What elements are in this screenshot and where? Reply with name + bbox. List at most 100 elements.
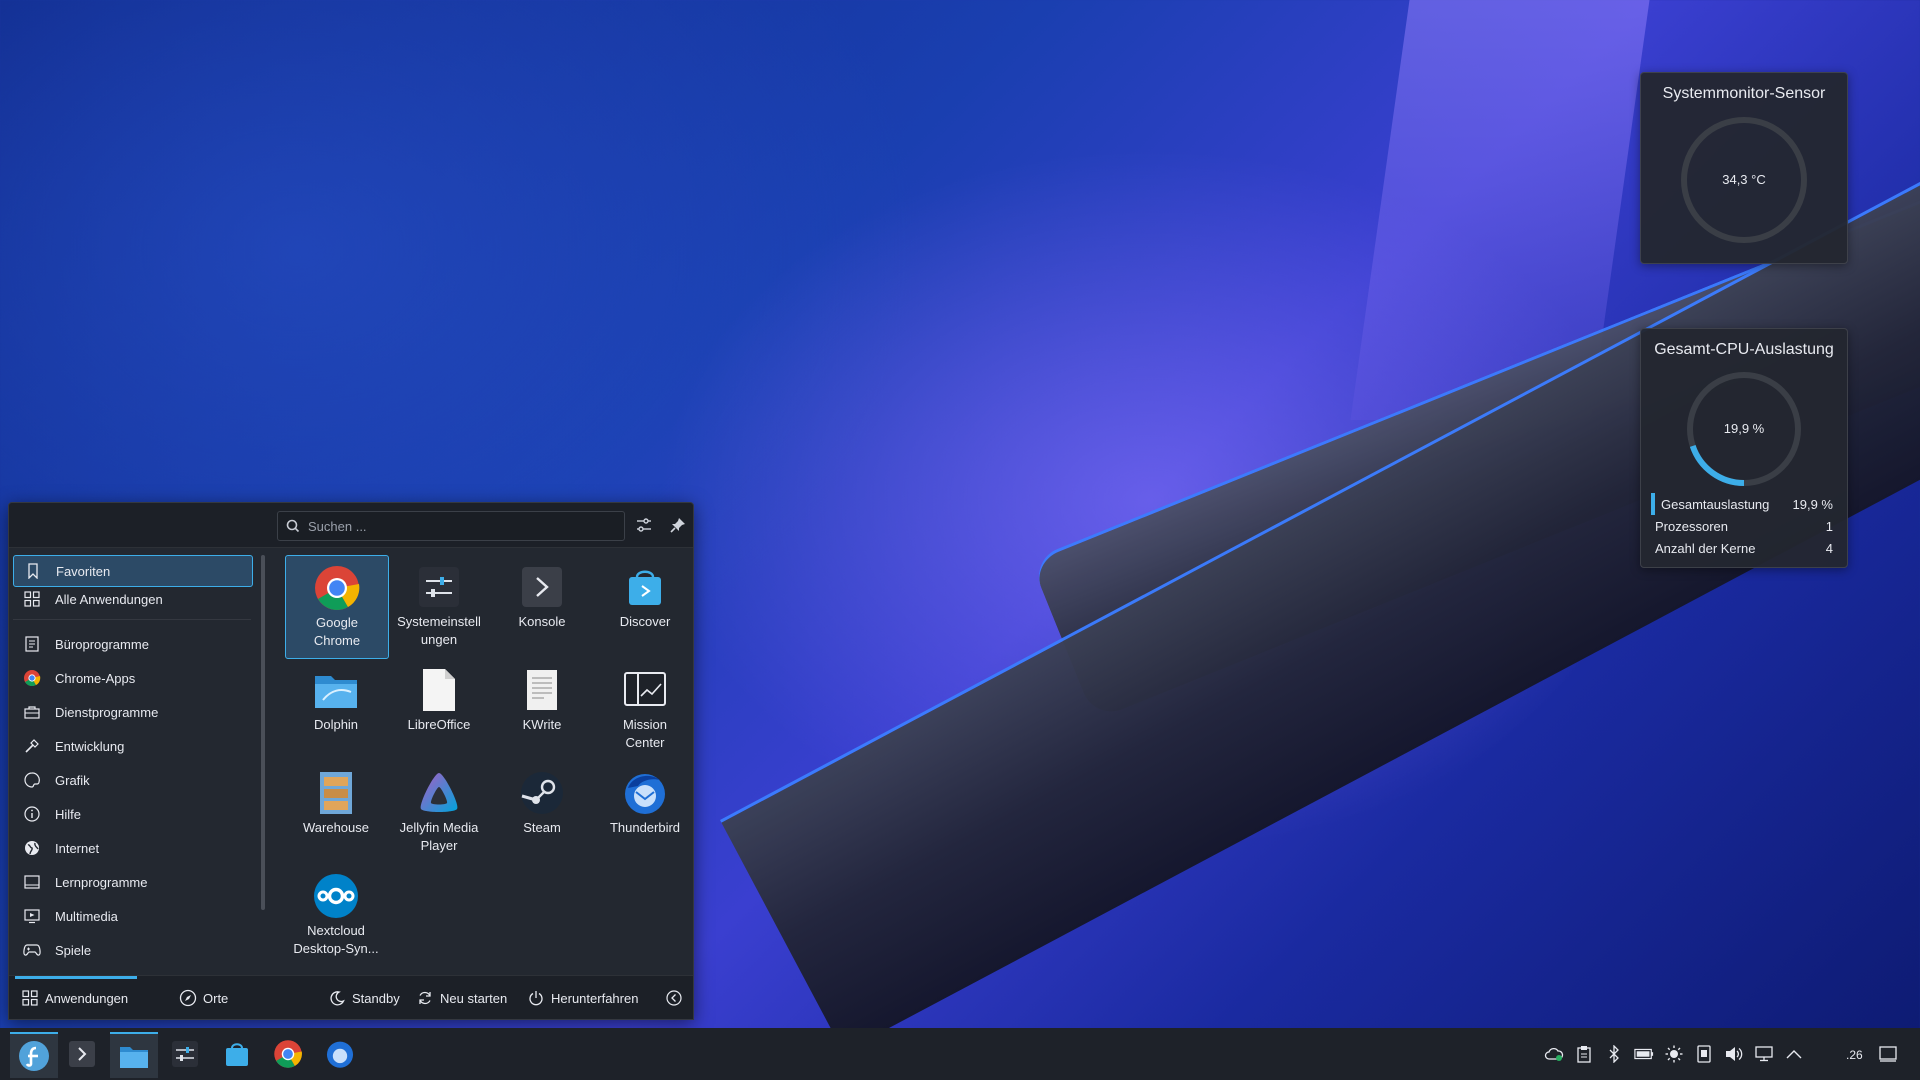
sidebar-item-entwicklung[interactable]: Entwicklung xyxy=(13,731,251,761)
application-launcher-button[interactable] xyxy=(10,1032,58,1078)
sidebar-item-bueroprogramme[interactable]: Büroprogramme xyxy=(13,629,251,659)
sidebar-item-label: Favoriten xyxy=(56,563,111,579)
sidebar-item-label: Entwicklung xyxy=(55,738,125,754)
more-actions-button[interactable] xyxy=(665,988,689,1008)
app-konsole[interactable]: Konsole xyxy=(491,555,593,657)
sidebar-item-label: Dienstprogramme xyxy=(55,704,159,720)
search-icon xyxy=(286,519,300,533)
device-icon[interactable] xyxy=(1694,1044,1714,1064)
sidebar-item-hilfe[interactable]: Hilfe xyxy=(13,799,251,829)
taskbar-chrome[interactable] xyxy=(264,1032,312,1076)
clipboard-icon[interactable] xyxy=(1574,1044,1594,1064)
thunderbird-icon xyxy=(621,769,669,817)
terminal-icon xyxy=(518,563,566,611)
taskbar-systemeinstellungen[interactable] xyxy=(161,1032,209,1076)
moon-icon xyxy=(328,989,346,1007)
sidebar-item-spiele[interactable]: Spiele xyxy=(13,935,251,965)
app-nextcloud[interactable]: Nextcloud Desktop-Syn... xyxy=(285,864,387,966)
shutdown-button[interactable]: Herunterfahren xyxy=(527,988,638,1008)
sidebar-item-chrome-apps[interactable]: Chrome-Apps xyxy=(13,663,251,693)
restart-button[interactable]: Neu starten xyxy=(416,988,507,1008)
cpu-row-label: Gesamtauslastung xyxy=(1661,496,1770,512)
app-thunderbird[interactable]: Thunderbird xyxy=(594,761,693,863)
sidebar-item-label: Hilfe xyxy=(55,806,82,822)
cpu-value: 19,9 % xyxy=(1723,421,1765,436)
battery-icon[interactable] xyxy=(1634,1044,1654,1064)
app-discover[interactable]: Discover xyxy=(594,555,693,657)
cpu-row-value: 4 xyxy=(1825,540,1833,556)
temperature-widget[interactable]: Systemmonitor-Sensor 34,3 °C xyxy=(1640,72,1848,264)
app-systemeinstellungen[interactable]: Systemeinstell ungen xyxy=(388,555,490,657)
folder-icon xyxy=(312,666,360,714)
chrome-icon xyxy=(23,669,41,687)
toolbox-icon xyxy=(23,703,41,721)
app-steam[interactable]: Steam xyxy=(491,761,593,863)
taskbar-dolphin[interactable] xyxy=(110,1032,158,1078)
globe-icon xyxy=(23,839,41,857)
taskbar-discover[interactable] xyxy=(213,1032,261,1076)
search-field[interactable] xyxy=(277,511,625,541)
cpu-stats: Gesamtauslastung 19,9 % Prozessoren 1 An… xyxy=(1651,493,1833,559)
app-label-line2: Chrome xyxy=(313,633,361,648)
search-input[interactable] xyxy=(306,517,610,535)
volume-icon[interactable] xyxy=(1724,1044,1744,1064)
configure-button[interactable] xyxy=(634,515,654,535)
tab-places[interactable]: Orte xyxy=(179,988,228,1008)
app-label-line2: Center xyxy=(625,735,665,750)
app-google-chrome[interactable]: Google Chrome xyxy=(285,555,389,659)
chevron-up-icon[interactable] xyxy=(1784,1044,1804,1064)
network-icon[interactable] xyxy=(1754,1044,1774,1064)
pin-button[interactable] xyxy=(668,515,688,535)
document-icon xyxy=(415,666,463,714)
standby-button[interactable]: Standby xyxy=(328,988,400,1008)
sidebar-item-grafik[interactable]: Grafik xyxy=(13,765,251,795)
category-sidebar: Favoriten Alle Anwendungen Büroprogramme… xyxy=(9,547,263,971)
tab-label: Orte xyxy=(203,990,229,1006)
sidebar-scrollbar[interactable] xyxy=(261,555,265,910)
sliders-icon xyxy=(637,518,651,532)
grid-icon xyxy=(23,590,41,608)
sidebar-item-multimedia[interactable]: Multimedia xyxy=(13,901,251,931)
pin-icon xyxy=(670,518,685,533)
app-label-line2: Player xyxy=(420,838,458,853)
app-mission-center[interactable]: Mission Center xyxy=(594,658,693,760)
app-label: Konsole xyxy=(518,614,566,629)
app-dolphin[interactable]: Dolphin xyxy=(285,658,387,760)
sidebar-item-alle-anwendungen[interactable]: Alle Anwendungen xyxy=(13,584,251,614)
cpu-widget[interactable]: Gesamt-CPU-Auslastung 19,9 % Gesamtausla… xyxy=(1640,328,1848,568)
sidebar-item-internet[interactable]: Internet xyxy=(13,833,251,863)
sidebar-item-label: Spiele xyxy=(55,942,92,958)
sidebar-item-lernprogramme[interactable]: Lernprogramme xyxy=(13,867,251,897)
monitor-play-icon xyxy=(23,907,41,925)
app-label: Steam xyxy=(523,820,561,835)
active-tab-indicator xyxy=(15,976,137,979)
bookmark-icon xyxy=(24,562,42,580)
app-label: Systemeinstell ungen xyxy=(389,613,489,649)
sidebar-item-favoriten[interactable]: Favoriten xyxy=(13,555,253,587)
app-libreoffice[interactable]: LibreOffice xyxy=(388,658,490,760)
taskbar-konsole[interactable] xyxy=(58,1032,106,1076)
brightness-icon[interactable] xyxy=(1664,1044,1684,1064)
digital-clock[interactable]: .26 xyxy=(1846,1048,1863,1062)
sidebar-item-label: Büroprogramme xyxy=(55,636,149,652)
taskbar-thunderbird[interactable] xyxy=(316,1032,364,1076)
cpu-row-label: Prozessoren xyxy=(1655,518,1728,534)
palette-icon xyxy=(23,771,41,789)
show-desktop-icon[interactable] xyxy=(1878,1044,1898,1064)
settings-icon xyxy=(415,563,463,611)
app-kwrite[interactable]: KWrite xyxy=(491,658,593,760)
app-jellyfin-media-player[interactable]: Jellyfin Media Player xyxy=(388,761,490,863)
sidebar-item-dienstprogramme[interactable]: Dienstprogramme xyxy=(13,697,251,727)
bluetooth-icon[interactable] xyxy=(1604,1044,1624,1064)
fedora-launcher-icon xyxy=(19,1041,49,1071)
app-label-line1: Google xyxy=(316,615,358,630)
mission-center-icon xyxy=(621,666,669,714)
standby-label: Standby xyxy=(352,990,400,1006)
app-label: Dolphin xyxy=(313,717,359,732)
app-warehouse[interactable]: Warehouse xyxy=(285,761,387,863)
tab-applications[interactable]: Anwendungen xyxy=(21,988,128,1008)
app-label: KWrite xyxy=(522,717,562,732)
cloud-sync-icon[interactable] xyxy=(1544,1044,1564,1064)
terminal-icon xyxy=(69,1041,95,1067)
cpu-row-processors: Prozessoren 1 xyxy=(1651,515,1833,537)
